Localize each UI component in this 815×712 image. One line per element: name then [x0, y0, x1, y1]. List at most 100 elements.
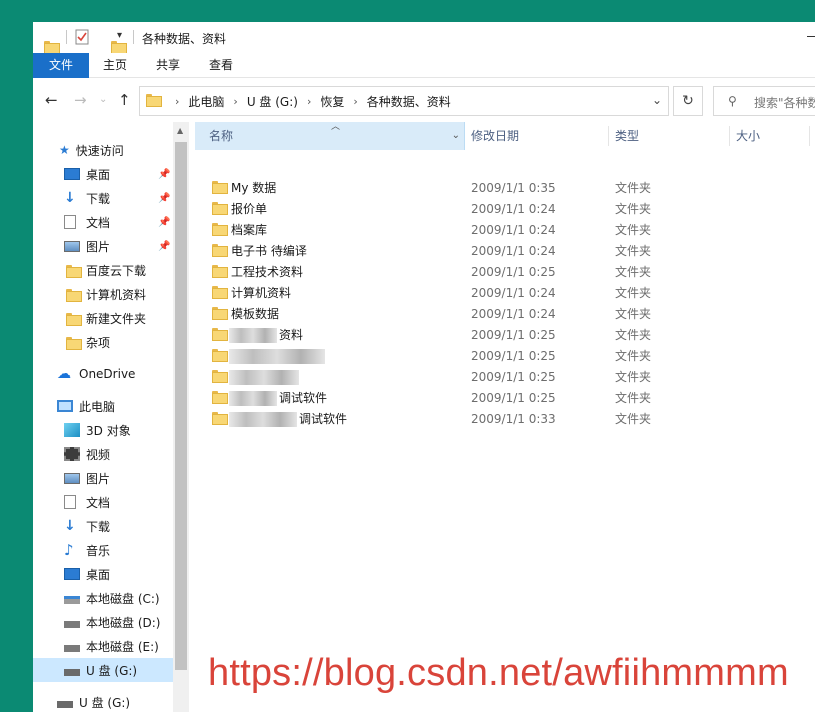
properties-icon[interactable]	[75, 29, 89, 45]
nav-item-music[interactable]: ♪ 音乐	[33, 538, 173, 562]
chevron-right-icon[interactable]: ›	[353, 95, 357, 108]
breadcrumb-current-folder[interactable]: 各种数据、资料	[367, 93, 451, 110]
nav-item-drive-e[interactable]: 本地磁盘 (E:)	[33, 634, 173, 658]
address-bar[interactable]: › 此电脑 › U 盘 (G:) › 恢复 › 各种数据、资料 ⌄	[139, 86, 669, 116]
pin-icon[interactable]: 📌	[158, 217, 170, 228]
column-header-date[interactable]: 修改日期	[465, 122, 607, 150]
nav-quick-access-label: 快速访问	[75, 143, 124, 158]
file-row[interactable]: 电子书 待编译 2009/1/1 0:24 文件夹	[195, 241, 665, 262]
tab-share[interactable]: 共享	[148, 53, 188, 78]
folder-icon	[212, 286, 228, 299]
forward-arrow-icon[interactable]: →	[74, 91, 87, 109]
tab-home[interactable]: 主页	[95, 53, 135, 78]
folder-icon	[212, 391, 228, 404]
nav-item-label: 新建文件夹	[86, 311, 147, 326]
refresh-button[interactable]: ↻	[673, 86, 703, 116]
nav-item-misc[interactable]: 杂项	[33, 330, 173, 354]
ribbon-tabs: 文件 主页 共享 查看	[33, 53, 815, 78]
pin-icon[interactable]: 📌	[158, 169, 170, 180]
nav-scrollbar[interactable]: ▲	[173, 122, 189, 712]
tab-view[interactable]: 查看	[201, 53, 241, 78]
breadcrumb-usb-drive[interactable]: U 盘 (G:)	[247, 93, 298, 110]
column-header-type[interactable]: 类型	[609, 122, 729, 150]
breadcrumb-this-pc[interactable]: 此电脑	[188, 93, 224, 110]
file-row[interactable]: 调试软件 2009/1/1 0:33 文件夹	[195, 409, 665, 430]
file-row[interactable]: 资料 2009/1/1 0:25 文件夹	[195, 325, 665, 346]
nav-item-videos[interactable]: 视频	[33, 442, 173, 466]
nav-item-pictures-pc[interactable]: 图片	[33, 466, 173, 490]
nav-quick-access[interactable]: ★ 快速访问	[33, 138, 173, 162]
nav-item-downloads-pc[interactable]: ↓ 下载	[33, 514, 173, 538]
column-divider[interactable]	[809, 126, 810, 146]
file-row[interactable]: 模板数据 2009/1/1 0:24 文件夹	[195, 304, 665, 325]
nav-item-3d-objects[interactable]: 3D 对象	[33, 418, 173, 442]
pin-icon[interactable]: 📌	[158, 193, 170, 204]
file-row[interactable]: My 数据 2009/1/1 0:35 文件夹	[195, 178, 665, 199]
divider	[66, 30, 67, 44]
nav-item-label: 文档	[86, 495, 111, 510]
file-date: 2009/1/1 0:24	[471, 244, 556, 258]
chevron-right-icon[interactable]: ›	[307, 95, 311, 108]
breadcrumb-recovery[interactable]: 恢复	[320, 93, 344, 110]
chevron-right-icon[interactable]: ›	[233, 95, 237, 108]
file-type: 文件夹	[615, 181, 652, 195]
breadcrumb: › 此电脑 › U 盘 (G:) › 恢复 › 各种数据、资料	[166, 87, 451, 115]
up-arrow-icon[interactable]: ↑	[118, 91, 131, 109]
explorer-window: ▾ 各种数据、资料 文件 主页 共享 查看 ← → ⌄ ↑ › 此电脑 › U …	[33, 22, 815, 712]
file-type: 文件夹	[615, 370, 652, 384]
nav-item-drive-d[interactable]: 本地磁盘 (D:)	[33, 610, 173, 634]
nav-item-label: 百度云下载	[86, 263, 147, 278]
desktop-icon	[64, 168, 80, 180]
chevron-down-icon[interactable]: ⌄	[452, 122, 460, 150]
file-row[interactable]: 2009/1/1 0:25 文件夹	[195, 367, 665, 388]
nav-item-new-folder[interactable]: 新建文件夹	[33, 306, 173, 330]
file-row[interactable]: 工程技术资料 2009/1/1 0:25 文件夹	[195, 262, 665, 283]
address-history-dropdown-icon[interactable]: ⌄	[652, 93, 662, 107]
picture-icon	[64, 240, 80, 252]
nav-item-drive-c[interactable]: 本地磁盘 (C:)	[33, 586, 173, 610]
nav-item-desktop[interactable]: 桌面 📌	[33, 162, 173, 186]
file-row[interactable]: 计算机资料 2009/1/1 0:24 文件夹	[195, 283, 665, 304]
redacted-text	[229, 328, 277, 343]
folder-icon	[212, 412, 228, 425]
nav-item-downloads[interactable]: ↓ 下载 📌	[33, 186, 173, 210]
nav-item-documents[interactable]: 文档 📌	[33, 210, 173, 234]
scrollbar-thumb[interactable]	[175, 142, 187, 670]
pin-icon[interactable]: 📌	[158, 241, 170, 252]
file-row[interactable]: 报价单 2009/1/1 0:24 文件夹	[195, 199, 665, 220]
scroll-up-icon[interactable]: ▲	[177, 126, 183, 135]
nav-item-computer-materials[interactable]: 计算机资料	[33, 282, 173, 306]
nav-onedrive[interactable]: ☁ OneDrive	[33, 362, 173, 386]
back-arrow-icon[interactable]: ←	[45, 91, 58, 109]
sort-ascending-icon: ︿	[331, 122, 341, 132]
recent-locations-chevron-icon[interactable]: ⌄	[99, 94, 107, 105]
nav-item-pictures[interactable]: 图片 📌	[33, 234, 173, 258]
file-row[interactable]: 调试软件 2009/1/1 0:25 文件夹	[195, 388, 665, 409]
column-header-size[interactable]: 大小	[730, 122, 810, 150]
nav-usb-root[interactable]: U 盘 (G:)	[33, 690, 173, 712]
cloud-icon: ☁	[57, 366, 71, 382]
minimize-icon[interactable]	[807, 36, 815, 37]
folder-icon	[212, 328, 228, 341]
nav-item-desktop-pc[interactable]: 桌面	[33, 562, 173, 586]
file-row[interactable]: 2009/1/1 0:25 文件夹	[195, 346, 665, 367]
column-header-name[interactable]: ︿ 名称 ⌄	[195, 122, 465, 150]
nav-item-usb-drive[interactable]: U 盘 (G:)	[33, 658, 173, 682]
folder-icon	[212, 181, 228, 194]
search-input[interactable]: ⚲ 搜索"各种数	[713, 86, 815, 116]
nav-item-documents-pc[interactable]: 文档	[33, 490, 173, 514]
nav-item-label: 计算机资料	[86, 287, 147, 302]
customize-toolbar-dropdown-icon[interactable]: ▾	[117, 30, 122, 41]
nav-this-pc[interactable]: 此电脑	[33, 394, 173, 418]
file-name: 档案库	[231, 223, 268, 237]
file-name: 报价单	[231, 202, 268, 216]
nav-item-baidu-download[interactable]: 百度云下载	[33, 258, 173, 282]
star-icon: ★	[59, 143, 70, 157]
nav-item-label: 音乐	[86, 543, 111, 558]
tab-file[interactable]: 文件	[33, 53, 89, 78]
search-icon: ⚲	[728, 94, 737, 108]
new-folder-icon[interactable]	[111, 41, 127, 54]
file-row[interactable]: 档案库 2009/1/1 0:24 文件夹	[195, 220, 665, 241]
file-type: 文件夹	[615, 412, 652, 426]
chevron-right-icon[interactable]: ›	[175, 95, 179, 108]
